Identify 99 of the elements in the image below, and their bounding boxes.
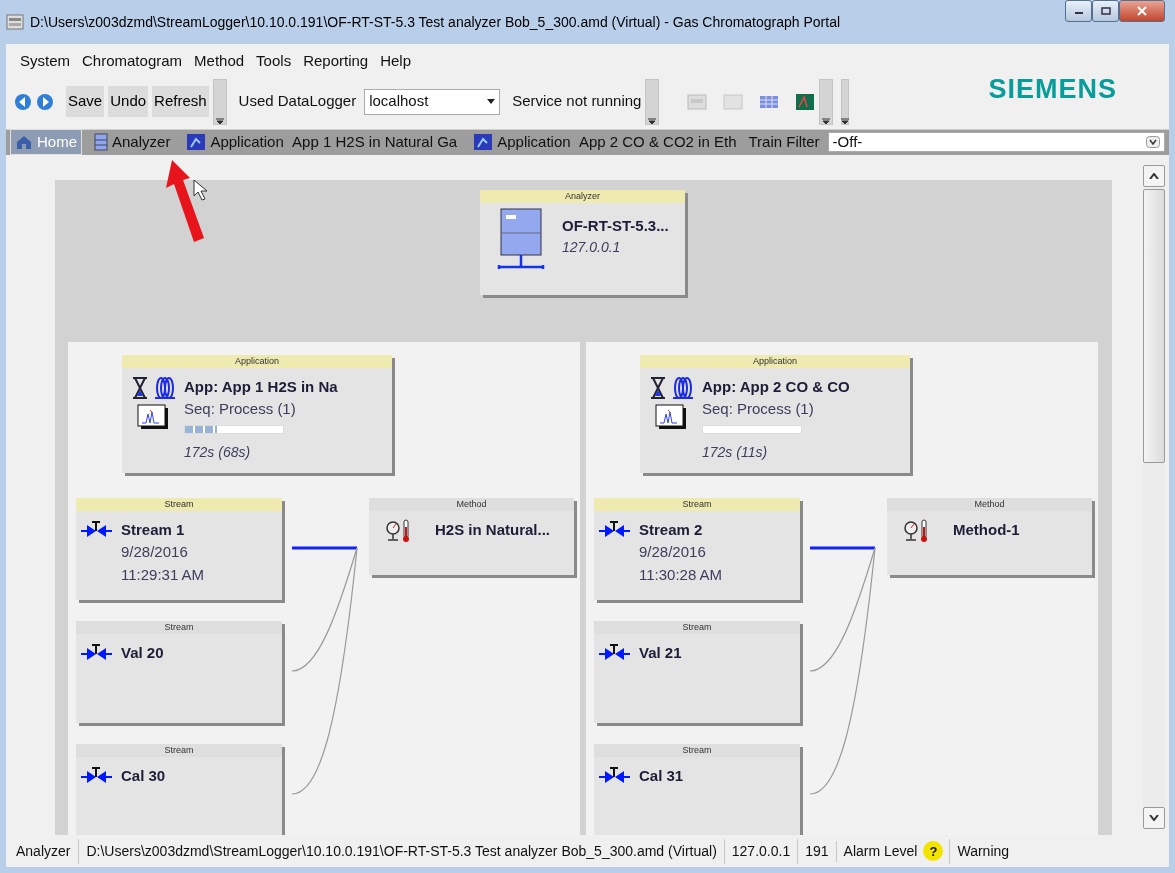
node-header: Stream [594,620,800,634]
node-header: Stream [76,620,282,634]
ip-address: 127.0.0.1 [562,238,622,257]
logo: SIEMENS [988,72,1117,106]
server-icon [94,133,108,151]
application-name: App: App 2 CO & CO [702,376,850,397]
sequence-label: Seq: Process (1) [184,399,297,419]
app-icon [6,14,24,30]
application-icon [186,133,207,151]
server-icon [496,206,546,271]
menu-item[interactable]: Method [188,50,251,73]
home-icon [15,134,33,150]
menu-item[interactable]: Reporting [297,50,375,73]
valve-icon [598,518,631,539]
caret-icon [841,117,850,124]
chromatogram-icon [137,403,169,430]
toolbar-overflow-button[interactable] [841,78,850,125]
nav-tab[interactable]: Application App 2 CO & CO2 in Eth [469,129,741,155]
caret-icon [487,99,496,104]
chromatogram-icon [655,403,687,430]
status-count: 191 [797,838,836,864]
hourglass-icon [130,375,150,400]
valve-icon [598,641,631,662]
alarm-status: Warning [949,838,1017,864]
minimize-button[interactable] [1065,0,1092,22]
filter-dropdown[interactable]: -Off- [827,132,1165,152]
application-name: App: App 1 H2S in Na [184,376,338,397]
hourglass-icon [648,375,668,400]
caret-icon [648,117,657,124]
stream-name: Val 21 [639,642,682,663]
valve-icon [598,764,631,785]
column-icon [154,375,176,400]
application-icon [473,133,494,151]
stream-name: Val 20 [121,642,164,663]
node-header: Method [887,497,1092,511]
close-icon [1137,6,1147,16]
menu-item[interactable]: Tools [250,50,298,73]
valve-icon [80,764,113,785]
caret-icon [1146,136,1160,148]
menu-item[interactable]: System [14,50,76,73]
node-header: Stream [76,743,282,757]
nav-tab[interactable]: Analyzer [90,129,175,155]
stream-name: Stream 1 [121,519,186,540]
grid-icon[interactable] [759,93,780,110]
ip-address: 127.0.0.1 [723,838,798,864]
caret-icon [822,117,831,124]
toolbar-button[interactable]: Undo [108,86,149,117]
alarm-label: Alarm Level [843,842,918,859]
maximize-button[interactable] [1092,0,1119,22]
toolbar-button[interactable]: Save [66,86,105,117]
scrollbar[interactable] [1143,164,1165,829]
close-button[interactable] [1119,0,1165,22]
gauge-thermometer-icon [903,518,929,543]
toolbar-button[interactable]: Refresh [152,86,209,117]
stream-name: Cal 30 [121,765,166,786]
sequence-label: Seq: Process (1) [702,399,815,419]
gauge-thermometer-icon [385,518,411,543]
method-name: Method-1 [953,520,1020,541]
node-header: Stream [594,497,800,511]
status-label: Analyzer [15,841,72,861]
caret-icon [1149,172,1159,179]
node-header: Analyzer [480,189,685,203]
chart-icon[interactable] [795,92,816,111]
menu-item[interactable]: Help [374,50,418,73]
node-header: Stream [594,743,800,757]
back-icon[interactable] [14,92,32,111]
stream-date: 9/28/2016 [121,542,189,562]
stream-name: Cal 31 [639,765,684,786]
caret-icon [215,117,224,124]
column-icon [672,375,694,400]
stream-time: 11:29:31 AM [121,564,205,585]
stream-time: 11:30:28 AM [639,564,723,585]
method-name: H2S in Natural... [435,520,551,541]
node-header: Application [122,354,392,368]
node-header: Method [369,497,574,511]
filter-label: Train Filter [748,131,820,152]
window-title: D:\Users\z003dzmd\StreamLogger\10.10.0.191\OF-RT-ST-5.3 Test analyzer Bob_5_300.amd (Virtual) - Gas Chromatograph Portal [30,12,842,32]
file-path: D:\Users\z003dzmd\StreamLogger\10.10.0.191\OF-RT-ST-5.3 Test analyzer Bob_5_300.amd (Virtual) [78,838,724,864]
valve-icon [80,641,113,662]
analyzer-name: OF-RT-ST-5.3... [562,215,669,236]
run-time: 172s (11s) [702,442,769,462]
maximize-icon [1100,7,1111,15]
stream-date: 9/28/2016 [639,542,707,562]
nav-tab[interactable]: Application App 1 H2S in Natural Ga [182,129,462,155]
run-time: 172s (68s) [184,442,252,462]
menu-item[interactable]: Chromatogram [76,50,189,73]
datalogger-dropdown[interactable]: localhost [364,88,501,115]
help-icon: ? [923,841,944,862]
service-status: Service not running [512,91,642,112]
node-header: Stream [76,497,282,511]
stream-name: Stream 2 [639,519,704,540]
scroll-down-button[interactable] [1143,807,1165,829]
datalogger-label: Used DataLogger [238,91,357,112]
caret-icon [1149,815,1159,821]
node-header: Application [640,354,910,368]
scroll-thumb[interactable] [1143,188,1165,463]
scroll-up-button[interactable] [1143,164,1165,187]
forward-icon[interactable] [36,92,54,111]
valve-icon [80,518,113,539]
